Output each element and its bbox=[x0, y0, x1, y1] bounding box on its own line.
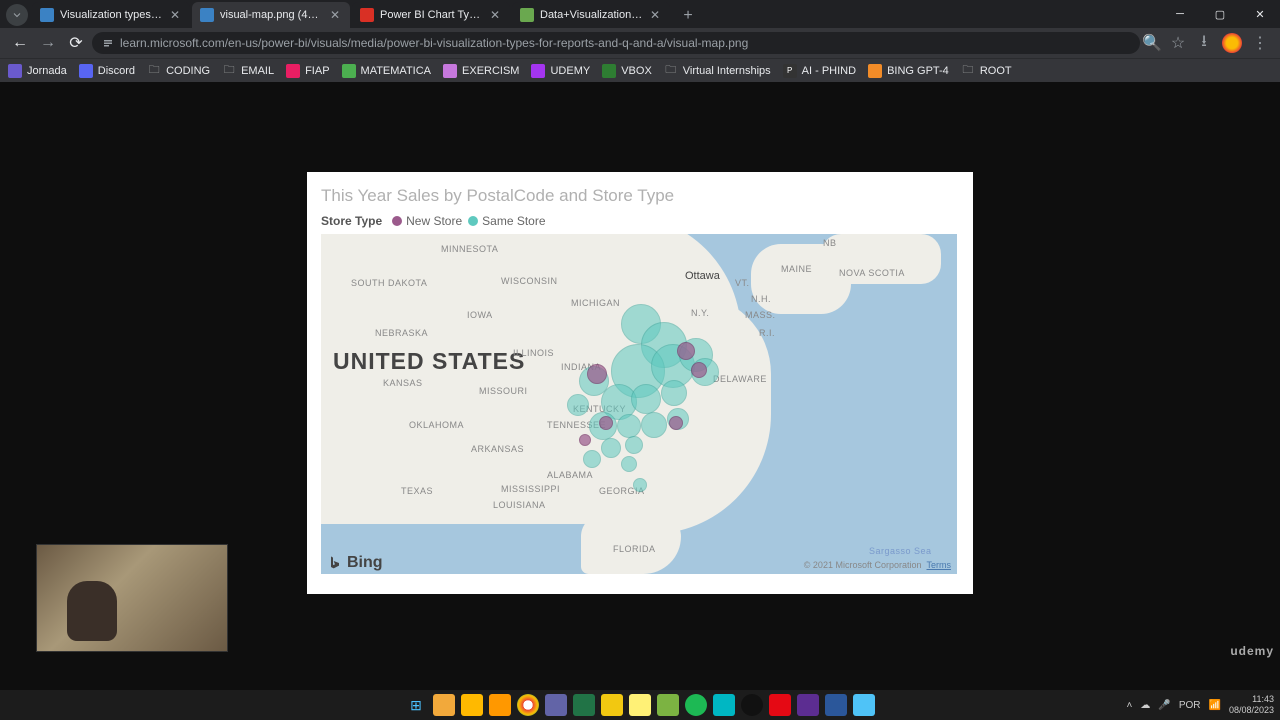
site-info-icon[interactable] bbox=[102, 37, 114, 49]
back-button[interactable]: ← bbox=[8, 31, 32, 55]
favicon-icon bbox=[200, 8, 214, 22]
tab-title: Power BI Chart Types: Choosing bbox=[380, 9, 484, 21]
folder-icon: 🗀 bbox=[222, 64, 236, 78]
tray-onedrive-icon[interactable]: ☁ bbox=[1140, 700, 1150, 711]
close-icon[interactable]: ✕ bbox=[170, 9, 182, 21]
bing-icon bbox=[327, 555, 343, 571]
forward-button[interactable]: → bbox=[36, 31, 60, 55]
legend-label: Store Type bbox=[321, 214, 382, 228]
legend-dot-icon bbox=[468, 216, 478, 226]
bookmark-item[interactable]: MATEMATICA bbox=[342, 64, 431, 78]
image-viewer: This Year Sales by PostalCode and Store … bbox=[307, 172, 973, 594]
map-visual: UNITED STATES Ottawa MINNESOTA SOUTH DAK… bbox=[321, 234, 957, 574]
bookmark-item[interactable]: 🗀Virtual Internships bbox=[664, 64, 771, 78]
bookmark-item[interactable]: FIAP bbox=[286, 64, 329, 78]
tab-active[interactable]: visual-map.png (400×253) ✕ bbox=[192, 2, 350, 28]
folder-icon: 🗀 bbox=[961, 64, 975, 78]
nav-bar: ← → ⟳ learn.microsoft.com/en-us/power-bi… bbox=[0, 28, 1280, 58]
bookmarks-bar: Jornada Discord 🗀CODING 🗀EMAIL FIAP MATE… bbox=[0, 58, 1280, 82]
map-copyright: © 2021 Microsoft Corporation Terms bbox=[804, 560, 951, 570]
bookmark-item[interactable]: UDEMY bbox=[531, 64, 590, 78]
tab[interactable]: Data+Visualizations+-+DataCa ✕ bbox=[512, 2, 670, 28]
taskbar-app[interactable] bbox=[545, 694, 567, 716]
tab-strip: Visualization types in Power BI ✕ visual… bbox=[0, 0, 1160, 28]
taskbar-app[interactable] bbox=[461, 694, 483, 716]
tray-mic-icon[interactable]: 🎤 bbox=[1158, 700, 1170, 711]
zoom-icon[interactable]: 🔍 bbox=[1144, 35, 1160, 51]
taskbar-app[interactable] bbox=[573, 694, 595, 716]
favicon-icon bbox=[520, 8, 534, 22]
legend-item-same-store: Same Store bbox=[468, 214, 545, 228]
close-icon[interactable]: ✕ bbox=[650, 9, 662, 21]
taskbar-app[interactable] bbox=[741, 694, 763, 716]
tray-language[interactable]: POR bbox=[1179, 700, 1201, 711]
country-label: UNITED STATES bbox=[333, 348, 525, 375]
tray-wifi-icon[interactable]: 📶 bbox=[1209, 700, 1221, 711]
menu-icon[interactable]: ⋮ bbox=[1252, 35, 1268, 51]
taskbar-app[interactable] bbox=[629, 694, 651, 716]
bookmark-star-icon[interactable]: ☆ bbox=[1170, 35, 1186, 51]
taskbar-app[interactable] bbox=[685, 694, 707, 716]
legend-item-new-store: New Store bbox=[392, 214, 462, 228]
chart-title: This Year Sales by PostalCode and Store … bbox=[321, 186, 959, 206]
address-bar[interactable]: learn.microsoft.com/en-us/power-bi/visua… bbox=[92, 32, 1140, 54]
tab-title: visual-map.png (400×253) bbox=[220, 9, 324, 21]
taskbar-apps: ⊞ bbox=[405, 694, 875, 716]
bookmark-item[interactable]: VBOX bbox=[602, 64, 652, 78]
taskbar-app[interactable] bbox=[433, 694, 455, 716]
tab[interactable]: Visualization types in Power BI ✕ bbox=[32, 2, 190, 28]
chart-legend: Store Type New Store Same Store bbox=[321, 214, 959, 228]
bookmark-item[interactable]: PAI - PHIND bbox=[783, 64, 856, 78]
start-button[interactable]: ⊞ bbox=[405, 694, 427, 716]
close-icon[interactable]: ✕ bbox=[330, 9, 342, 21]
folder-icon: 🗀 bbox=[664, 64, 678, 78]
udemy-watermark: udemy bbox=[1230, 644, 1274, 658]
taskbar-app[interactable] bbox=[853, 694, 875, 716]
webcam-overlay bbox=[36, 544, 228, 652]
favicon-icon bbox=[360, 8, 374, 22]
close-button[interactable]: ✕ bbox=[1240, 0, 1280, 28]
legend-dot-icon bbox=[392, 216, 402, 226]
bookmark-item[interactable]: BING GPT-4 bbox=[868, 64, 949, 78]
url-text: learn.microsoft.com/en-us/power-bi/visua… bbox=[120, 36, 748, 50]
maximize-button[interactable]: ▢ bbox=[1200, 0, 1240, 28]
downloads-icon[interactable]: ⭳ bbox=[1196, 35, 1212, 51]
close-icon[interactable]: ✕ bbox=[490, 9, 502, 21]
bookmark-item[interactable]: Jornada bbox=[8, 64, 67, 78]
taskbar-app[interactable] bbox=[601, 694, 623, 716]
minimize-button[interactable]: ─ bbox=[1160, 0, 1200, 28]
bookmark-item[interactable]: 🗀ROOT bbox=[961, 64, 1012, 78]
city-label: Ottawa bbox=[685, 270, 720, 282]
bookmark-item[interactable]: 🗀EMAIL bbox=[222, 64, 274, 78]
terms-link[interactable]: Terms bbox=[927, 560, 952, 570]
taskbar-app[interactable] bbox=[825, 694, 847, 716]
folder-icon: 🗀 bbox=[147, 64, 161, 78]
tab[interactable]: Power BI Chart Types: Choosing ✕ bbox=[352, 2, 510, 28]
tab-search-button[interactable] bbox=[6, 4, 28, 26]
tab-title: Data+Visualizations+-+DataCa bbox=[540, 9, 644, 21]
reload-button[interactable]: ⟳ bbox=[64, 31, 88, 55]
taskbar-app[interactable] bbox=[797, 694, 819, 716]
taskbar-app[interactable] bbox=[713, 694, 735, 716]
page-content: This Year Sales by PostalCode and Store … bbox=[0, 82, 1280, 690]
taskbar-app[interactable] bbox=[517, 694, 539, 716]
tab-title: Visualization types in Power BI bbox=[60, 9, 164, 21]
map-attribution: Bing bbox=[327, 554, 383, 572]
taskbar: ⊞ ˄ ☁ 🎤 POR 📶 11:43 08/08/2023 bbox=[0, 690, 1280, 720]
taskbar-app[interactable] bbox=[769, 694, 791, 716]
bookmark-item[interactable]: Discord bbox=[79, 64, 135, 78]
system-tray: ˄ ☁ 🎤 POR 📶 11:43 08/08/2023 bbox=[1127, 694, 1274, 716]
profile-avatar[interactable] bbox=[1222, 33, 1242, 53]
taskbar-app[interactable] bbox=[657, 694, 679, 716]
bookmark-item[interactable]: EXERCISM bbox=[443, 64, 519, 78]
bookmark-item[interactable]: 🗀CODING bbox=[147, 64, 210, 78]
tray-clock[interactable]: 11:43 08/08/2023 bbox=[1229, 694, 1274, 716]
favicon-icon bbox=[40, 8, 54, 22]
taskbar-app[interactable] bbox=[489, 694, 511, 716]
tray-chevron-icon[interactable]: ˄ bbox=[1127, 700, 1133, 711]
new-tab-button[interactable]: + bbox=[676, 4, 700, 28]
